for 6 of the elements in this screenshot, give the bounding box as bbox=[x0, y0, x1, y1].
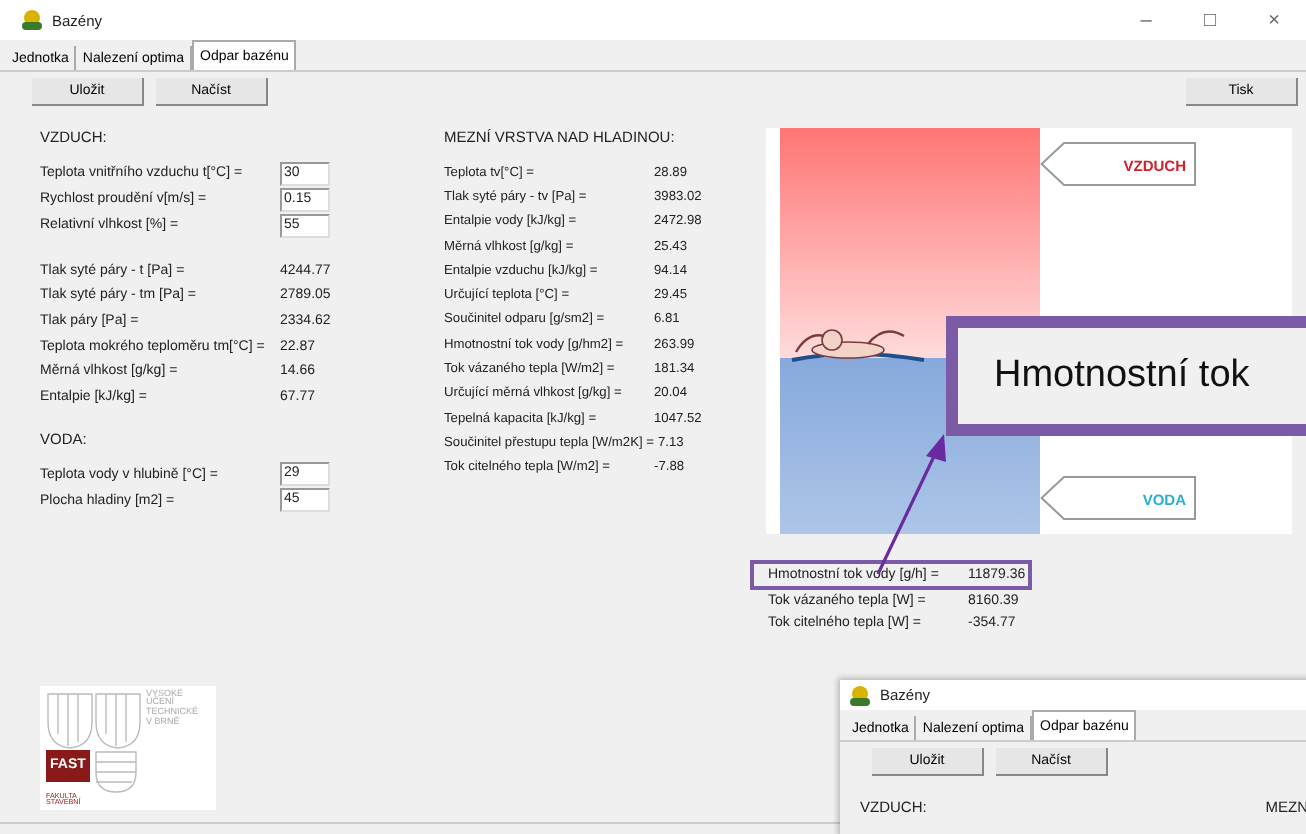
app-icon bbox=[848, 683, 872, 707]
window-control[interactable]: □ bbox=[1178, 9, 1242, 31]
window-control[interactable]: × bbox=[1242, 9, 1306, 31]
app-icon bbox=[20, 8, 44, 32]
callout-box: Hmotnostní tok bbox=[946, 316, 1306, 436]
window-control[interactable]: – bbox=[1114, 9, 1178, 31]
